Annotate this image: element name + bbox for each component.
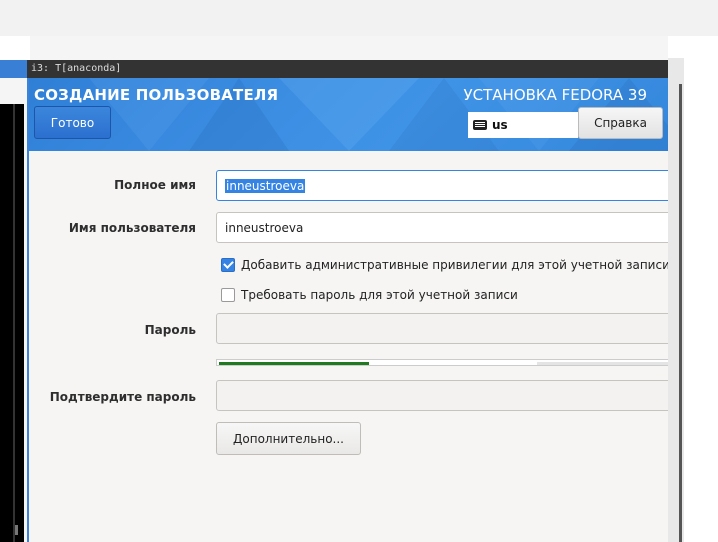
fullname-value: inneustroeva (225, 178, 306, 193)
keyboard-layout-indicator[interactable]: us (468, 112, 578, 138)
keyboard-layout-label: us (492, 118, 508, 132)
done-button[interactable]: Готово (34, 106, 111, 139)
fullname-field[interactable]: inneustroeva (216, 170, 668, 201)
username-label: Имя пользователя (68, 221, 196, 235)
right-scrollbar[interactable] (679, 84, 682, 542)
admin-checkbox[interactable] (221, 258, 235, 272)
require-password-checkbox[interactable] (221, 288, 235, 302)
password-strength-bar (216, 359, 668, 366)
fullname-label: Полное имя (114, 178, 196, 192)
username-field[interactable]: inneustroeva (216, 212, 668, 243)
left-scroll-thumb[interactable] (15, 525, 18, 535)
require-password-row[interactable]: Требовать пароль для этой учетной записи (221, 287, 518, 303)
top-bar (0, 0, 718, 36)
help-button[interactable]: Справка (578, 107, 663, 139)
advanced-button[interactable]: Дополнительно... (216, 422, 361, 455)
page-title: СОЗДАНИЕ ПОЛЬЗОВАТЕЛЯ (34, 86, 279, 104)
keyboard-icon (473, 120, 487, 130)
admin-checkbox-label: Добавить административные привилегии для… (241, 258, 668, 272)
password-label: Пароль (144, 323, 196, 337)
password-strength-fill (219, 362, 369, 365)
confirm-password-label: Подтвердите пароль (49, 390, 196, 404)
left-window-edge (0, 60, 27, 78)
left-pane-divider (13, 104, 15, 542)
header-banner: СОЗДАНИЕ ПОЛЬЗОВАТЕЛЯ УСТАНОВКА FEDORA 3… (29, 78, 668, 151)
username-value: inneustroeva (225, 220, 304, 235)
admin-checkbox-row[interactable]: Добавить административные привилегии для… (221, 257, 668, 273)
password-strength-separator (533, 360, 535, 365)
password-field[interactable] (216, 313, 668, 344)
confirm-password-field[interactable] (216, 380, 668, 411)
require-password-label: Требовать пароль для этой учетной записи (241, 288, 518, 302)
window-titlebar: i3: T[anaconda] (27, 60, 668, 78)
left-panel-strip (0, 36, 30, 60)
product-title: УСТАНОВКА FEDORA 39 (463, 86, 648, 104)
anaconda-window: СОЗДАНИЕ ПОЛЬЗОВАТЕЛЯ УСТАНОВКА FEDORA 3… (27, 78, 668, 542)
password-strength-segment (537, 362, 668, 365)
left-terminal-pane (0, 104, 24, 542)
